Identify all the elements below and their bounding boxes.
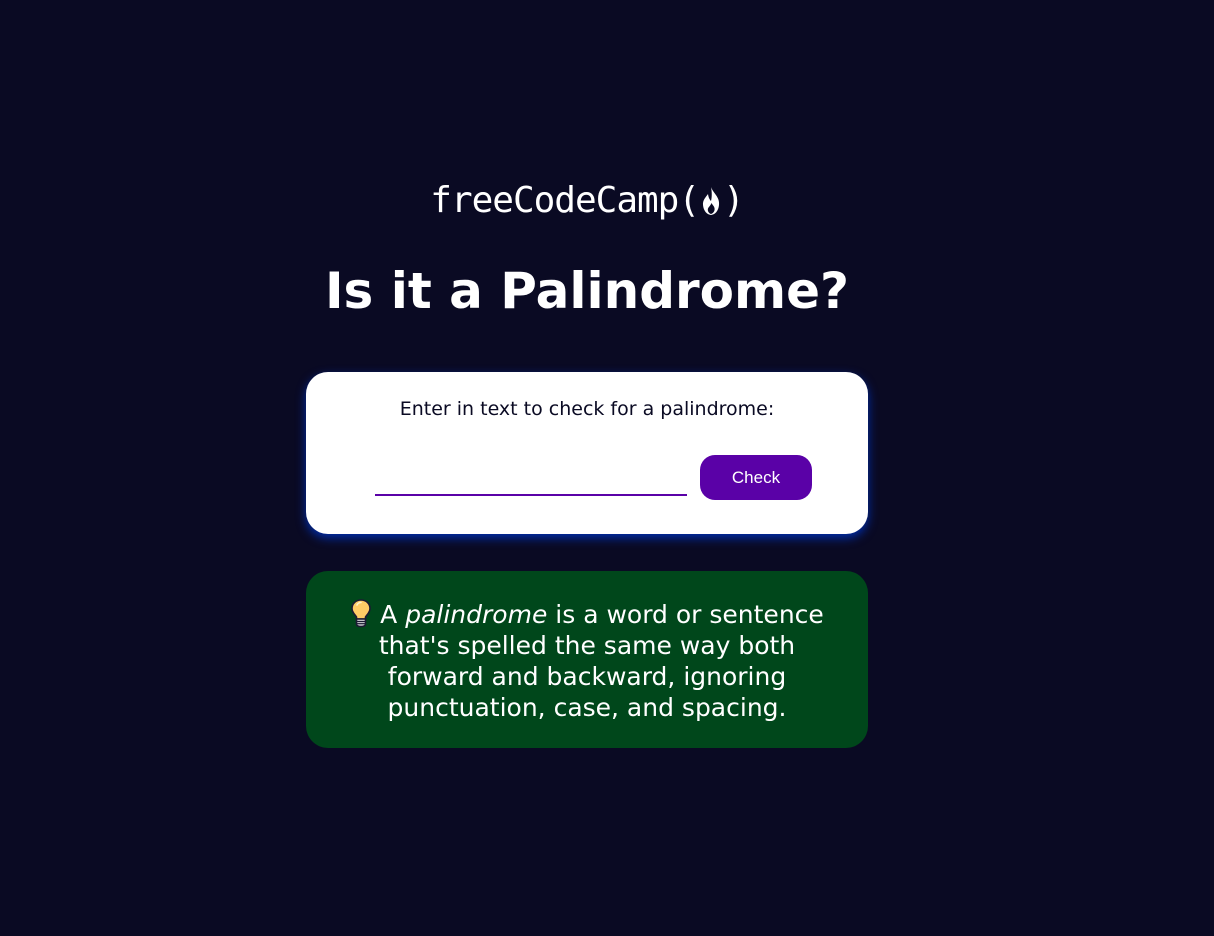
logo-close-paren: ) xyxy=(723,180,745,221)
info-text: A palindrome is a word or sentence that'… xyxy=(336,598,838,723)
info-emphasis: palindrome xyxy=(405,600,548,629)
input-label: Enter in text to check for a palindrome: xyxy=(399,398,775,420)
page-title: Is it a Palindrome? xyxy=(324,262,850,320)
info-prefix: A xyxy=(380,600,398,629)
checker-card: Enter in text to check for a palindrome:… xyxy=(306,372,868,534)
flame-icon xyxy=(699,184,723,215)
check-button[interactable]: Check xyxy=(700,455,812,500)
palindrome-page: freeCodeCamp() Is it a Palindrome? Enter… xyxy=(0,0,1214,936)
lightbulb-icon xyxy=(350,598,372,628)
info-card: A palindrome is a word or sentence that'… xyxy=(306,571,868,748)
text-input[interactable] xyxy=(375,470,687,496)
logo-text: freeCodeCamp( xyxy=(430,180,700,221)
freecodecamp-logo: freeCodeCamp() xyxy=(0,180,1174,221)
